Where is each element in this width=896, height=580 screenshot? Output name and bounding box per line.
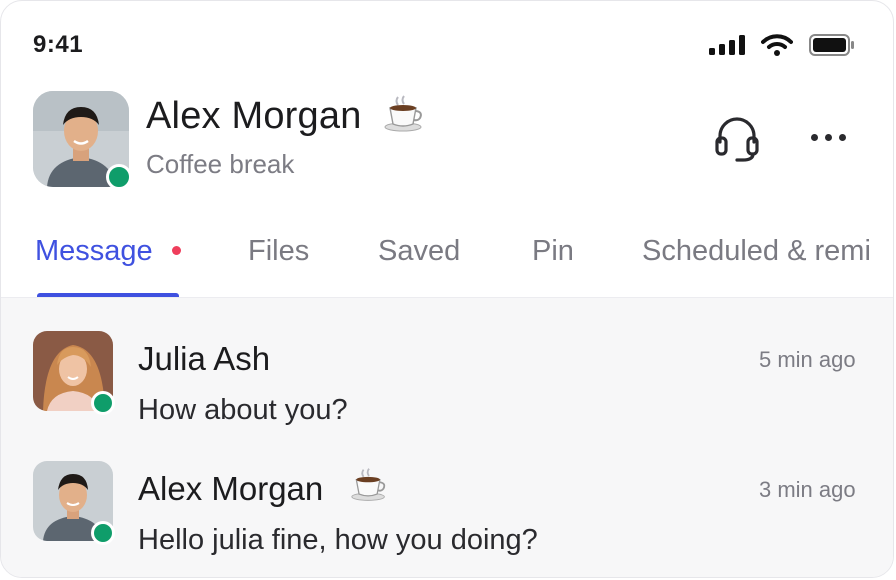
contact-status-text: Coffee break: [146, 149, 295, 179]
tab-bar: Message Files Saved Pin Scheduled & remi: [1, 227, 893, 297]
more-options-icon[interactable]: [811, 134, 846, 141]
tab-files[interactable]: Files: [248, 235, 309, 268]
coffee-icon: [350, 466, 388, 509]
headset-icon[interactable]: [713, 114, 761, 171]
message-time: 5 min ago: [759, 347, 856, 372]
wifi-icon: [761, 34, 793, 56]
chat-screen: 9:41 Alex Morgan Coffee break Message Fi…: [0, 0, 894, 578]
message-time: 3 min ago: [759, 477, 856, 502]
sender-name: Alex Morgan: [138, 470, 324, 507]
tab-message[interactable]: Message: [35, 235, 153, 268]
message-list: Julia Ash 5 min ago How about you? Alex …: [1, 297, 893, 577]
tab-saved[interactable]: Saved: [378, 235, 460, 268]
tab-pin[interactable]: Pin: [532, 235, 574, 268]
sender-name: Julia Ash: [138, 340, 271, 377]
message-text: Hello julia fine, how you doing?: [138, 524, 538, 556]
signal-icon: [709, 35, 745, 55]
online-indicator: [91, 521, 115, 545]
online-indicator: [91, 391, 115, 415]
battery-icon: [809, 34, 854, 56]
status-icons: [709, 34, 855, 56]
online-indicator: [106, 164, 132, 190]
tab-scheduled[interactable]: Scheduled & remi: [642, 235, 871, 268]
coffee-icon: [383, 93, 425, 140]
message-text: How about you?: [138, 394, 348, 426]
status-time: 9:41: [33, 31, 84, 58]
contact-name[interactable]: Alex Morgan: [146, 95, 362, 138]
unread-badge: [172, 246, 181, 255]
